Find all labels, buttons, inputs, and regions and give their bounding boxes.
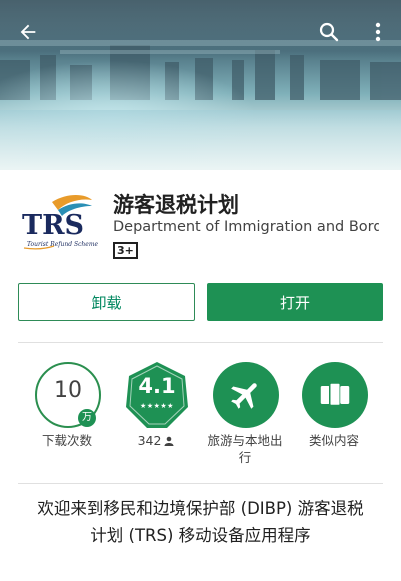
search-icon bbox=[319, 22, 339, 42]
banner-floor bbox=[0, 110, 401, 170]
divider bbox=[18, 342, 383, 343]
developer-link[interactable]: Department of Immigration and Bord.. bbox=[113, 219, 379, 235]
airplane-icon bbox=[231, 383, 257, 409]
downloads-unit: 万 bbox=[78, 409, 96, 427]
app-description[interactable]: 欢迎来到移民和边境保护部 (DIBP) 游客退税计划 (TRS) 移动设备应用程… bbox=[30, 495, 371, 549]
svg-text:TRS: TRS bbox=[22, 210, 84, 241]
search-button[interactable] bbox=[313, 16, 345, 48]
rating-stars: ★★★★★ bbox=[140, 402, 174, 410]
rating-value: 4.1 bbox=[138, 374, 176, 398]
app-icon-trs-logo: TRS Tourist Refund Scheme bbox=[22, 195, 98, 250]
app-title: 游客退税计划 bbox=[113, 193, 239, 217]
uninstall-button[interactable]: 卸载 bbox=[18, 283, 195, 321]
category-label: 旅游与本地出行 bbox=[207, 433, 283, 465]
rating-count-row: 342 bbox=[116, 432, 196, 449]
category-badge bbox=[213, 362, 279, 428]
more-vertical-icon bbox=[375, 22, 381, 42]
back-button[interactable] bbox=[12, 16, 44, 48]
downloads-badge: 10 万 bbox=[35, 362, 101, 428]
similar-label: 类似内容 bbox=[308, 433, 359, 448]
divider bbox=[18, 483, 383, 484]
downloads-count: 10 bbox=[54, 378, 82, 403]
open-button[interactable]: 打开 bbox=[207, 283, 383, 321]
cards-icon bbox=[320, 382, 350, 407]
rating-count: 342 bbox=[137, 433, 162, 448]
content-rating-badge: 3+ bbox=[113, 242, 138, 259]
similar-badge bbox=[302, 362, 368, 428]
downloads-label: 下载次数 bbox=[41, 433, 92, 448]
person-icon bbox=[164, 436, 174, 446]
more-options-button[interactable] bbox=[362, 16, 394, 48]
arrow-left-icon bbox=[20, 24, 36, 40]
svg-text:Tourist Refund Scheme: Tourist Refund Scheme bbox=[27, 241, 98, 248]
